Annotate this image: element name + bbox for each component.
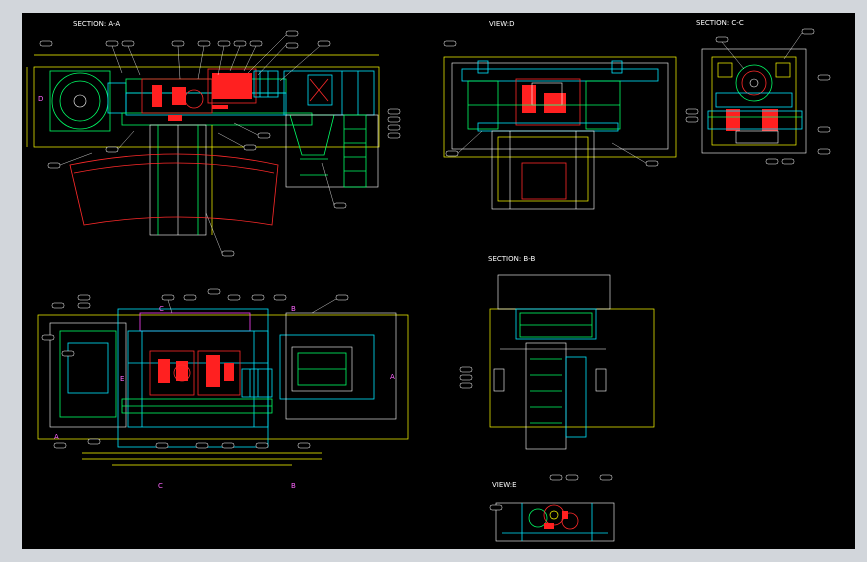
section-b-drawing bbox=[489, 274, 655, 450]
marker-b-bottom: B bbox=[291, 482, 296, 490]
marker-a-right: A bbox=[390, 373, 395, 381]
section-c-drawing bbox=[701, 48, 807, 154]
view-d-drawing bbox=[443, 56, 677, 210]
marker-c-top: C bbox=[159, 305, 164, 313]
drawing-canvas[interactable]: SECTION: A-A VIEW:D SECTION: C-C SECTION… bbox=[22, 13, 855, 549]
view-e-drawing bbox=[495, 502, 615, 542]
marker-e-top: E bbox=[120, 375, 124, 383]
section-b-title: SECTION: B-B bbox=[488, 255, 536, 263]
marker-c-bottom: C bbox=[158, 482, 163, 490]
drawing-svg: SECTION: A-A VIEW:D SECTION: C-C SECTION… bbox=[26, 19, 831, 542]
view-d-title: VIEW:D bbox=[489, 20, 515, 28]
marker-b-top: B bbox=[291, 305, 296, 313]
marker-a-left: A bbox=[54, 433, 59, 441]
section-a-drawing bbox=[26, 54, 380, 236]
view-e-title: VIEW:E bbox=[492, 481, 517, 489]
section-a-title: SECTION: A-A bbox=[73, 20, 120, 28]
cad-viewport-frame: SECTION: A-A VIEW:D SECTION: C-C SECTION… bbox=[0, 0, 867, 562]
marker-d-arrow: D bbox=[38, 95, 43, 103]
section-c-title: SECTION: C-C bbox=[696, 19, 744, 27]
